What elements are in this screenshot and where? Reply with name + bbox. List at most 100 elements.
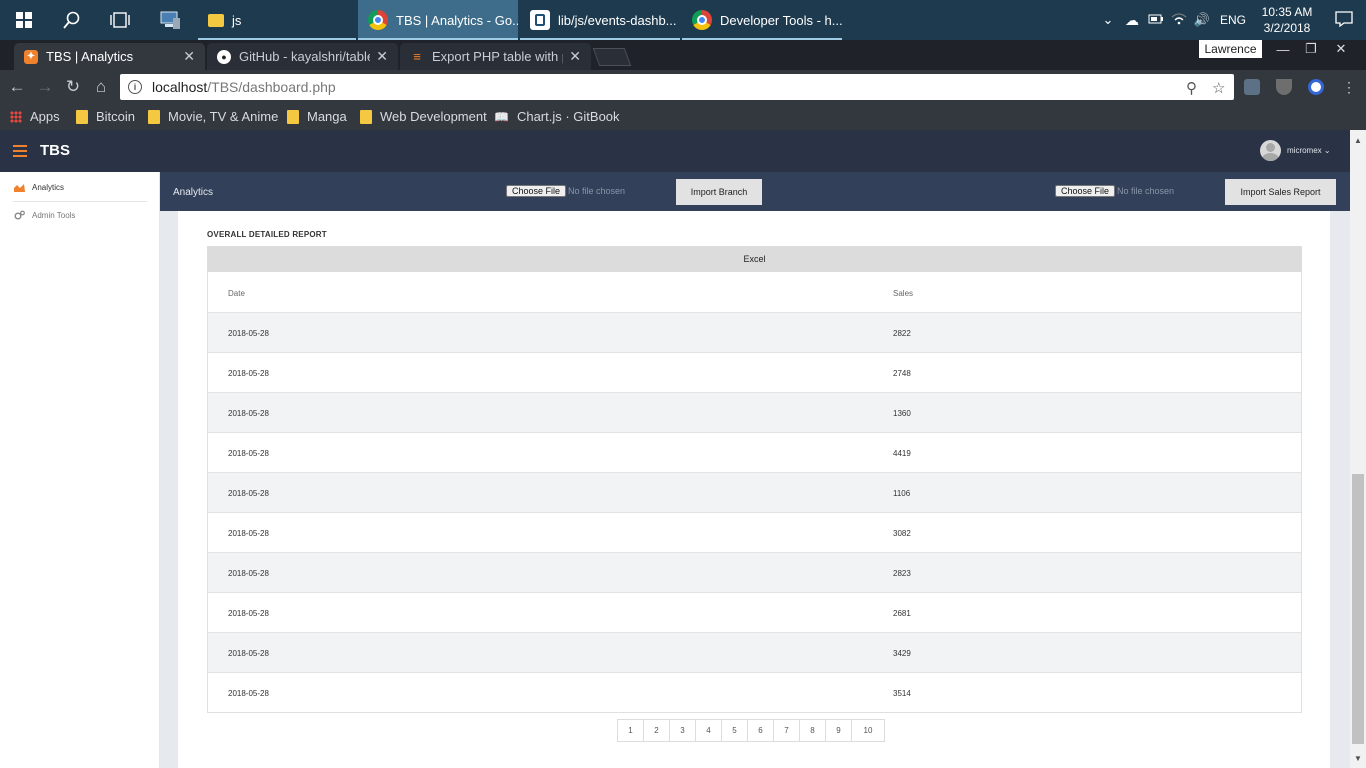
scrollbar-thumb[interactable] [1352,474,1364,744]
url-host: localhost [152,79,208,95]
profile-button[interactable]: Lawrence [1199,40,1262,58]
cell-sales: 2748 [893,369,911,378]
forward-arrow-icon[interactable]: → [34,76,56,98]
tab-stackoverflow[interactable]: ≡ Export PHP table with pa ✕ [400,43,591,70]
bookmark-label: Bitcoin [96,109,136,124]
bookmark-chartjs-gitbook[interactable]: 📖 Chart.js · GitBook [494,109,620,124]
close-window-icon[interactable]: ✕ [1324,41,1358,57]
bookmark-label: Chart.js · GitBook [516,109,620,124]
sidebar-item-label: Analytics [32,183,65,192]
browser-tab-strip: ✦ TBS | Analytics ✕ ● GitHub - kayalshri… [0,40,1366,70]
site-info-icon[interactable]: i [128,80,142,94]
branch-file-status: No file chosen [568,186,626,196]
tab-github[interactable]: ● GitHub - kayalshri/tableE ✕ [207,43,398,70]
user-menu[interactable]: micromex ⌄ [1287,146,1331,155]
download-extension-icon[interactable] [1244,79,1260,95]
sales-file-status: No file chosen [1117,186,1175,196]
language-indicator[interactable]: ENG [1214,13,1252,27]
web-page: TBS micromex ⌄ Analytics Admin Tools Ana… [0,130,1350,768]
chrome-menu-icon[interactable]: ⋮ [1338,76,1360,98]
home-icon[interactable]: ⌂ [90,76,112,98]
taskbar-task-editor[interactable]: lib/js/events-dashb... [520,0,680,40]
page-link-3[interactable]: 3 [669,719,696,742]
choose-sales-file-button[interactable]: Choose File [1055,185,1116,197]
choose-branch-file-button[interactable]: Choose File [506,185,567,197]
sidebar-item-admin-tools[interactable]: Admin Tools [14,210,75,221]
column-header-date[interactable]: Date [228,289,245,298]
volume-icon[interactable]: 🔊 [1190,12,1214,28]
task-view-icon[interactable] [96,0,144,40]
page-link-5[interactable]: 5 [721,719,748,742]
restore-icon[interactable]: ❐ [1294,41,1328,57]
page-link-1[interactable]: 1 [617,719,644,742]
bookmark-label: Apps [30,109,60,124]
search-icon[interactable] [48,0,96,40]
sales-table: Date Sales 2018-05-28 2822 2018-05-28 2748… [207,272,1302,713]
bookmark-label: Movie, TV & Anime [168,109,279,124]
page-link-7[interactable]: 7 [773,719,800,742]
blocker-extension-icon[interactable] [1308,79,1324,95]
bookmark-bitcoin[interactable]: Bitcoin [76,109,135,124]
start-windows-icon[interactable] [0,0,48,40]
page-scrollbar[interactable]: ▲ ▼ [1350,130,1366,768]
pagination: 1 2 3 4 5 6 7 8 9 10 [617,719,885,742]
page-link-2[interactable]: 2 [643,719,670,742]
scroll-down-arrow-icon[interactable]: ▼ [1350,750,1366,766]
table-row: 2018-05-28 2822 [208,312,1301,352]
export-excel-button[interactable]: Excel [207,246,1302,272]
onedrive-cloud-icon[interactable]: ☁ [1120,12,1144,29]
gears-icon [14,210,25,220]
taskbar-task-chrome-analytics[interactable]: TBS | Analytics - Go... [358,0,518,40]
close-tab-icon[interactable]: ✕ [569,48,581,65]
book-icon: 📖 [494,109,509,124]
chevron-up-icon[interactable]: ⌄ [1096,12,1120,28]
folder-icon [287,109,299,124]
folder-icon [76,109,88,124]
section-title: Analytics [173,187,214,198]
column-header-sales[interactable]: Sales [893,289,913,298]
bookmark-web-development[interactable]: Web Development [360,109,487,124]
brand-title[interactable]: TBS [40,142,70,159]
taskbar-task-devtools[interactable]: Developer Tools - h... [682,0,842,40]
sidebar-item-analytics[interactable]: Analytics [14,183,64,192]
new-tab-button[interactable] [592,48,632,66]
avatar[interactable] [1260,140,1281,161]
close-tab-icon[interactable]: ✕ [183,48,195,65]
zoom-search-icon[interactable]: ⚲ [1186,79,1197,97]
battery-icon[interactable] [1144,13,1168,27]
ublock-extension-icon[interactable] [1276,79,1292,95]
close-tab-icon[interactable]: ✕ [376,48,388,65]
notifications-icon[interactable] [1322,10,1366,30]
tab-tbs-analytics[interactable]: ✦ TBS | Analytics ✕ [14,43,205,70]
reload-icon[interactable]: ↻ [62,76,84,98]
system-tray: ⌄ ☁ 🔊 ENG 10:35 AM 3/2/2018 [1096,0,1366,40]
page-link-8[interactable]: 8 [799,719,826,742]
page-link-4[interactable]: 4 [695,719,722,742]
address-bar[interactable]: i localhost/TBS/dashboard.php ⚲ ☆ [120,74,1234,100]
tab-title: GitHub - kayalshri/tableE [239,49,371,64]
page-link-9[interactable]: 9 [825,719,852,742]
cell-date: 2018-05-28 [228,369,269,378]
report-title: OVERALL DETAILED REPORT [207,230,327,239]
import-sales-report-button[interactable]: Import Sales Report [1225,179,1336,205]
table-row: 2018-05-28 1106 [208,472,1301,512]
wifi-icon[interactable] [1168,12,1190,28]
bookmark-manga[interactable]: Manga [287,109,347,124]
clock[interactable]: 10:35 AM 3/2/2018 [1252,4,1322,36]
bookmark-movie-tv-anime[interactable]: Movie, TV & Anime [148,109,278,124]
page-link-10[interactable]: 10 [851,719,885,742]
table-row: 2018-05-28 1360 [208,392,1301,432]
bookmark-star-icon[interactable]: ☆ [1212,79,1225,97]
bookmark-apps[interactable]: Apps [10,109,60,124]
page-link-6[interactable]: 6 [747,719,774,742]
bookmark-label: Web Development [380,109,487,124]
computer-app-icon[interactable] [146,0,194,40]
back-arrow-icon[interactable]: ← [6,76,28,98]
sidebar-divider [13,201,147,202]
scroll-up-arrow-icon[interactable]: ▲ [1350,132,1366,148]
import-branch-button[interactable]: Import Branch [676,179,762,205]
table-row: 2018-05-28 2748 [208,352,1301,392]
taskbar-task-js[interactable]: js [198,0,356,40]
editor-app-icon [530,10,550,30]
hamburger-menu-icon[interactable] [13,145,27,157]
